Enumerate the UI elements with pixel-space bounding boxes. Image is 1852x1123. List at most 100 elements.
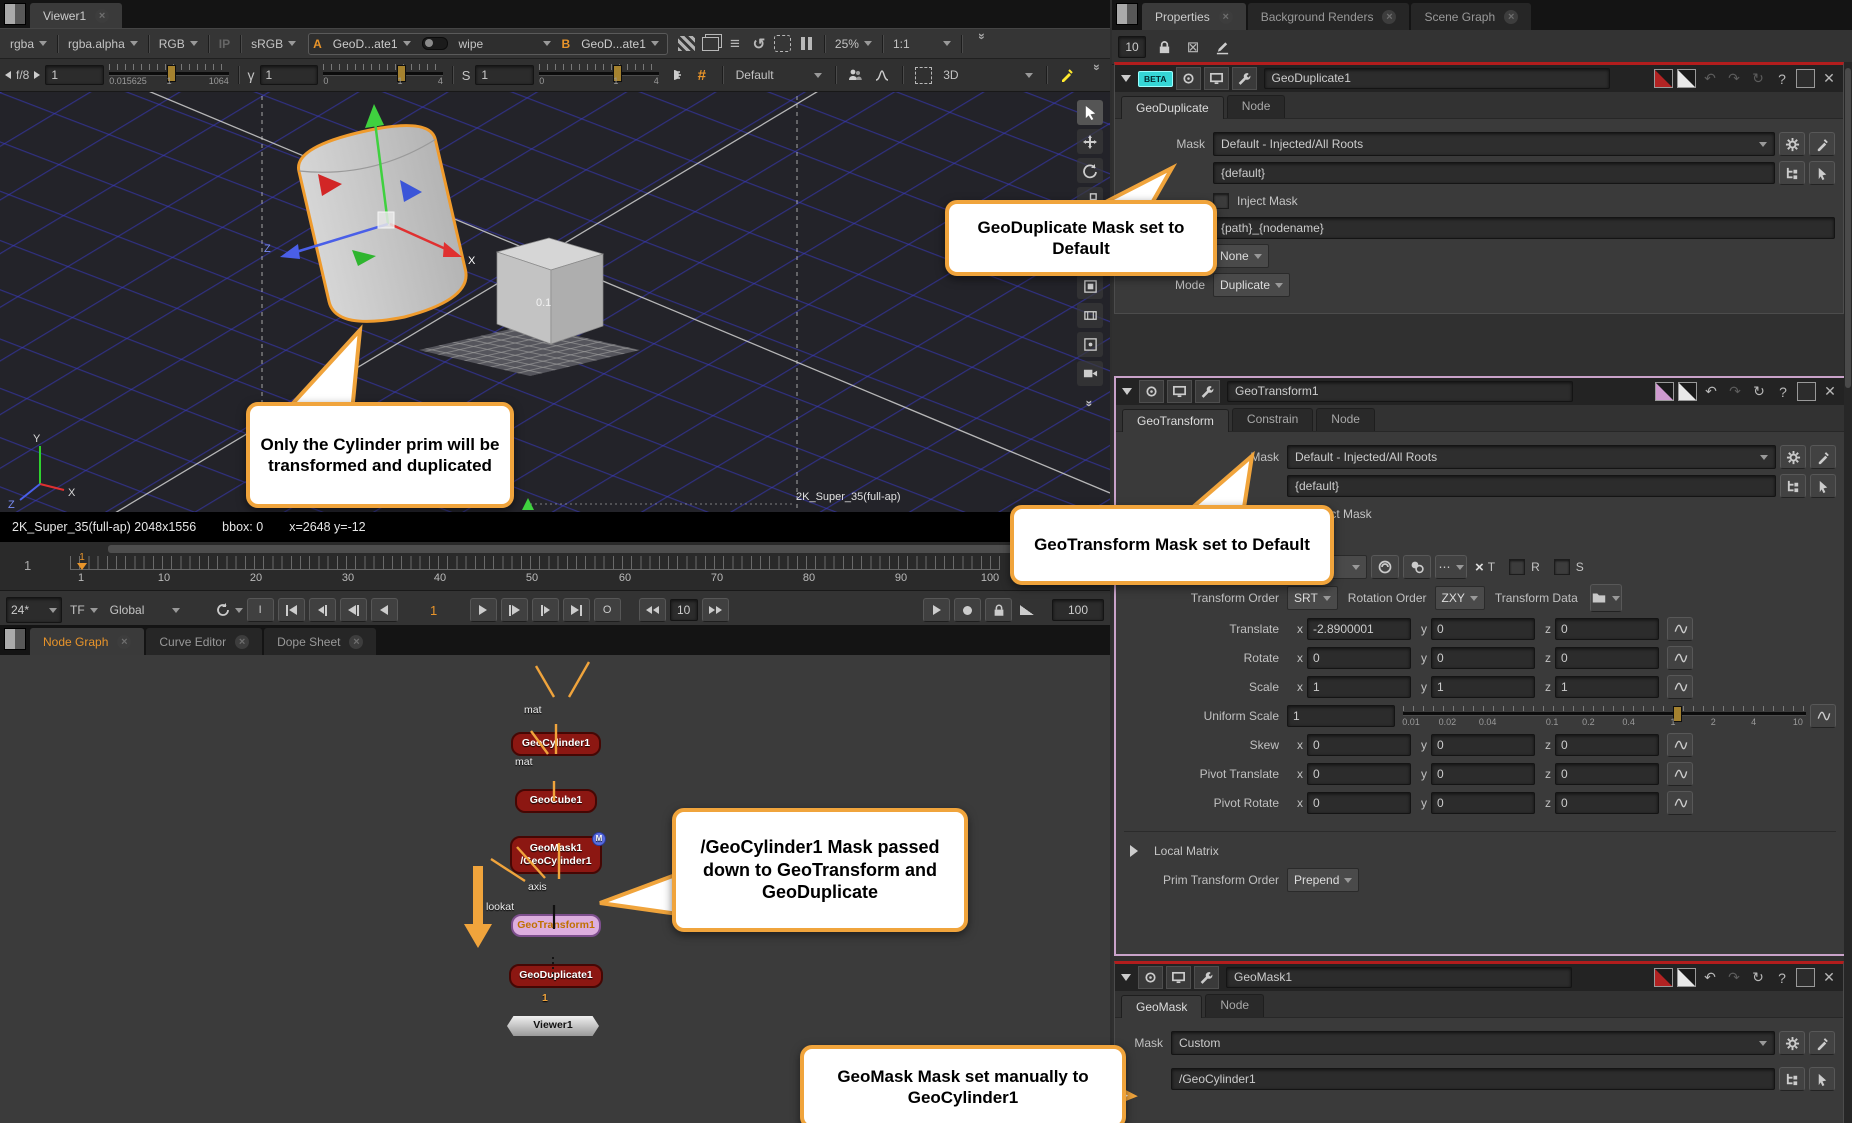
pivot-rotate-x-field[interactable]: 0: [1307, 792, 1411, 814]
prim-transform-order-dropdown[interactable]: Prepend: [1287, 868, 1359, 892]
translate-x-field[interactable]: -2.8900001: [1307, 618, 1411, 640]
ip-button[interactable]: IP: [215, 35, 234, 53]
rotate-x-field[interactable]: 0: [1307, 647, 1411, 669]
transform-order-dropdown[interactable]: SRT: [1287, 586, 1338, 610]
node-shade-swatch[interactable]: [1677, 968, 1696, 987]
pause-icon[interactable]: [796, 34, 818, 54]
help-icon[interactable]: ?: [1773, 384, 1793, 400]
close-panel-icon[interactable]: ✕: [1819, 969, 1839, 986]
exposure-down-icon[interactable]: [5, 71, 11, 79]
exposure-up-icon[interactable]: [34, 71, 40, 79]
node-geocube1[interactable]: GeoCube1: [515, 789, 597, 813]
clear-nodes-icon[interactable]: ⊠: [1182, 37, 1204, 57]
undo-icon[interactable]: ↶: [1700, 70, 1720, 87]
view-mode-dropdown[interactable]: 3D: [939, 66, 1037, 84]
curve-icon[interactable]: [1667, 733, 1693, 757]
zoom-level-dropdown[interactable]: 25%: [831, 35, 876, 53]
flipbook-button[interactable]: [923, 598, 950, 622]
toolbar-overflow-icon[interactable]: [969, 33, 989, 55]
tab-close-icon[interactable]: ×: [117, 635, 131, 649]
gear-icon[interactable]: [1779, 132, 1805, 156]
tab-geotransform[interactable]: GeoTransform: [1122, 409, 1229, 432]
help-icon[interactable]: ?: [1772, 970, 1792, 986]
eyedropper-icon[interactable]: [1809, 1031, 1835, 1055]
film-panel-icon[interactable]: [1077, 303, 1103, 328]
tab-close-icon[interactable]: ×: [95, 9, 109, 23]
tab-close-icon[interactable]: ×: [349, 635, 363, 649]
node-name-field[interactable]: GeoTransform1: [1227, 381, 1573, 402]
tab-close-icon[interactable]: ×: [235, 635, 249, 649]
scenegraph-tree-icon[interactable]: [1779, 1067, 1805, 1091]
pixel-ratio-dropdown[interactable]: 1:1: [889, 35, 955, 53]
b-node-dropdown[interactable]: GeoD...ate1: [577, 35, 663, 53]
scenegraph-tree-icon[interactable]: [1779, 161, 1805, 185]
eyedropper-icon[interactable]: [1056, 65, 1078, 85]
monitor-icon[interactable]: [1204, 67, 1229, 90]
node-geomask1[interactable]: GeoMask1/GeoCylinder1 M: [510, 836, 602, 874]
translate-z-field[interactable]: 0: [1555, 618, 1659, 640]
rotate-z-field[interactable]: 0: [1555, 647, 1659, 669]
render-cam-icon[interactable]: [1077, 361, 1103, 386]
skew-z-field[interactable]: 0: [1555, 734, 1659, 756]
curve-icon[interactable]: [1810, 704, 1836, 728]
snap-target-icon[interactable]: [1403, 555, 1431, 579]
saturation-field[interactable]: 1: [475, 65, 534, 85]
exposure-field[interactable]: 1: [45, 65, 104, 85]
lock-icon[interactable]: [1153, 37, 1175, 57]
tab-node[interactable]: Node: [1316, 408, 1375, 431]
set-in-button[interactable]: I: [247, 598, 274, 622]
wrench-icon[interactable]: [1195, 380, 1220, 403]
node-shade-swatch[interactable]: [1678, 382, 1697, 401]
pivot-rotate-z-field[interactable]: 0: [1555, 792, 1659, 814]
step-back-button[interactable]: [639, 598, 666, 622]
node-geotransform1[interactable]: GeoTransform1: [511, 914, 601, 937]
translate-tool-icon[interactable]: [1077, 129, 1103, 154]
float-window-icon[interactable]: [1797, 382, 1816, 401]
set-out-button[interactable]: O: [594, 598, 621, 622]
properties-scrollbar[interactable]: [1844, 62, 1852, 1123]
gamma-field[interactable]: 1: [260, 65, 319, 85]
rotate-y-field[interactable]: 0: [1431, 647, 1535, 669]
wipe-dropdown[interactable]: wipe: [455, 35, 555, 53]
pane-menu-icon[interactable]: [1116, 3, 1138, 25]
reset-icon[interactable]: ↻: [1748, 70, 1768, 87]
tf-dropdown[interactable]: TF: [66, 601, 102, 619]
float-window-icon[interactable]: [1796, 69, 1815, 88]
toolbar2-overflow-icon[interactable]: [1084, 64, 1104, 86]
uniform-scale-slider[interactable]: 0.01 0.02 0.04 0.1 0.2 0.4 1 2 4 10: [1403, 704, 1806, 728]
ramp-icon[interactable]: [1016, 600, 1038, 620]
select-arrow-icon[interactable]: [1810, 474, 1836, 498]
snap-s-checkbox[interactable]: [1554, 559, 1570, 575]
a-node-dropdown[interactable]: GeoD...ate1: [329, 35, 415, 53]
reset-icon[interactable]: ↻: [1748, 969, 1768, 986]
eyedropper-icon[interactable]: [1810, 445, 1836, 469]
tab-background-renders[interactable]: Background Renders×: [1248, 3, 1410, 30]
tab-geomask[interactable]: GeoMask: [1121, 995, 1202, 1018]
frame-panel-icon[interactable]: [1077, 332, 1103, 357]
play-button[interactable]: [470, 598, 497, 622]
step-fwd-button[interactable]: [702, 598, 729, 622]
prev-frame-button[interactable]: [340, 598, 367, 622]
display-dropdown[interactable]: RGB: [155, 35, 202, 53]
lock-button[interactable]: [985, 598, 1012, 622]
scenegraph-locate-icon[interactable]: [1138, 966, 1163, 989]
close-panel-icon[interactable]: ✕: [1820, 383, 1840, 400]
undo-icon[interactable]: ↶: [1700, 969, 1720, 986]
rotate-tool-icon[interactable]: [1077, 158, 1103, 183]
uniform-scale-field[interactable]: 1: [1287, 705, 1395, 727]
gear-icon[interactable]: [1780, 445, 1806, 469]
pane-menu-icon[interactable]: [4, 3, 26, 25]
gamma-slider[interactable]: 0 1 4: [323, 63, 443, 87]
mask-dropdown[interactable]: Default - Injected/All Roots: [1287, 445, 1776, 469]
next-frame-button[interactable]: [501, 598, 528, 622]
mask-path-field[interactable]: /GeoCylinder1: [1171, 1068, 1775, 1090]
timeline[interactable]: 1 1 1 10 20 30 40 50 60 70 80 90 100: [0, 542, 1110, 590]
tab-close-icon[interactable]: ×: [1219, 10, 1233, 24]
mask-pattern-field[interactable]: {default}: [1213, 162, 1775, 184]
transform-data-icon[interactable]: [1590, 584, 1622, 612]
tab-node[interactable]: Node: [1205, 994, 1264, 1017]
expand-icon[interactable]: [1130, 845, 1144, 857]
pinned-count-field[interactable]: 10: [1118, 36, 1146, 58]
pivot-translate-z-field[interactable]: 0: [1555, 763, 1659, 785]
cursor-tool-icon[interactable]: [1077, 100, 1103, 125]
